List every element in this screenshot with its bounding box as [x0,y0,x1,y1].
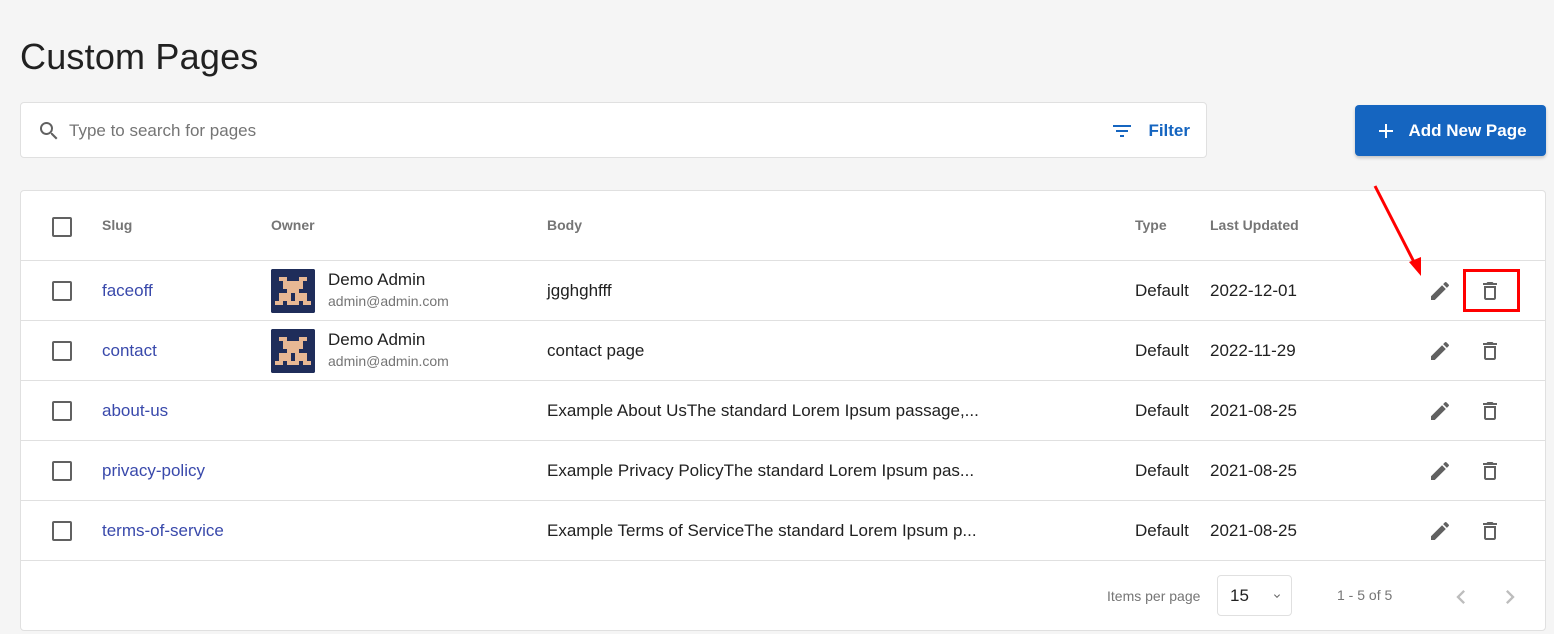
table-row: contact Demo Admin admin@admin.com conta… [21,321,1545,381]
body-preview: jgghghfff [547,281,612,300]
table-header: Slug Owner Body Type Last Updated [21,191,1545,261]
annotation-highlight-box [1463,269,1520,312]
column-header-slug[interactable]: Slug [102,217,132,233]
table-row: terms-of-service Example Terms of Servic… [21,501,1545,561]
last-updated: 2021-08-25 [1210,401,1297,420]
last-updated: 2021-08-25 [1210,521,1297,540]
table-row: faceoff Demo Admin admin@admin.com jgghg… [21,261,1545,321]
table-row: privacy-policy Example Privacy PolicyThe… [21,441,1545,501]
pagination-range: 1 - 5 of 5 [1337,587,1393,603]
page-title: Custom Pages [20,36,259,77]
page-type: Default [1135,461,1189,480]
plus-icon [1379,123,1394,138]
items-per-page-label: Items per page [1107,588,1201,604]
table-footer: Items per page 15 1 - 5 of 5 [21,561,1545,631]
owner-email: admin@admin.com [328,353,449,369]
edit-pencil-icon[interactable] [1428,519,1452,543]
search-input[interactable] [69,117,969,145]
edit-pencil-icon[interactable] [1428,459,1452,483]
search-bar: Filter [20,102,1207,158]
page-type: Default [1135,281,1189,300]
select-all-checkbox[interactable] [52,217,72,237]
column-header-body[interactable]: Body [547,217,582,233]
filter-icon [1113,125,1132,137]
owner-name: Demo Admin [328,270,426,289]
slug-link[interactable]: faceoff [102,281,153,301]
items-per-page-value: 15 [1230,585,1249,605]
avatar [271,269,315,313]
avatar [271,329,315,373]
previous-page-icon[interactable] [1447,583,1475,611]
chevron-down-icon [1274,594,1280,598]
items-per-page-select[interactable]: 15 [1217,575,1292,616]
owner-email: admin@admin.com [328,293,449,309]
column-header-last-updated[interactable]: Last Updated [1210,217,1299,233]
edit-pencil-icon[interactable] [1428,279,1452,303]
row-checkbox[interactable] [52,521,72,541]
delete-trash-icon[interactable] [1478,459,1502,483]
row-checkbox[interactable] [52,281,72,301]
edit-pencil-icon[interactable] [1428,339,1452,363]
row-checkbox[interactable] [52,461,72,481]
row-checkbox[interactable] [52,341,72,361]
pages-table: Slug Owner Body Type Last Updated faceof… [20,190,1546,631]
body-preview: Example Terms of ServiceThe standard Lor… [547,521,977,540]
add-new-page-button[interactable]: Add New Page [1355,105,1546,156]
page-type: Default [1135,521,1189,540]
body-preview: Example Privacy PolicyThe standard Lorem… [547,461,975,480]
add-new-page-label: Add New Page [1408,120,1527,140]
column-header-type[interactable]: Type [1135,217,1167,233]
filter-label: Filter [1148,121,1190,140]
owner-name: Demo Admin [328,330,426,349]
body-preview: contact page [547,341,645,360]
row-checkbox[interactable] [52,401,72,421]
page-type: Default [1135,401,1189,420]
next-page-icon[interactable] [1496,583,1524,611]
table-row: about-us Example About UsThe standard Lo… [21,381,1545,441]
last-updated: 2022-11-29 [1210,341,1296,360]
filter-button[interactable]: Filter [1110,117,1190,145]
slug-link[interactable]: about-us [102,401,168,421]
edit-pencil-icon[interactable] [1428,399,1452,423]
body-preview: Example About UsThe standard Lorem Ipsum… [547,401,979,420]
last-updated: 2022-12-01 [1210,281,1297,300]
delete-trash-icon[interactable] [1478,399,1502,423]
slug-link[interactable]: privacy-policy [102,461,205,481]
delete-trash-icon[interactable] [1478,339,1502,363]
page-type: Default [1135,341,1189,360]
delete-trash-icon[interactable] [1478,519,1502,543]
last-updated: 2021-08-25 [1210,461,1297,480]
column-header-owner[interactable]: Owner [271,217,315,233]
search-icon [40,122,58,140]
annotation-arrow [1373,185,1421,276]
slug-link[interactable]: contact [102,341,157,361]
slug-link[interactable]: terms-of-service [102,521,224,541]
